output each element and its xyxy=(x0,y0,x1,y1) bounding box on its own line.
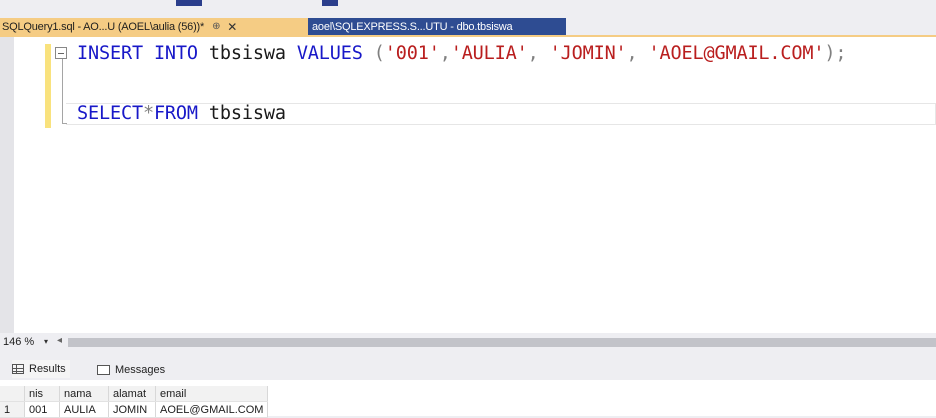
keyword: INSERT xyxy=(77,43,143,64)
code-line-insert[interactable]: INSERT INTO tbsiswa VALUES ('001','AULIA… xyxy=(77,43,846,65)
collapse-icon[interactable] xyxy=(55,47,67,59)
keyword: SELECT xyxy=(77,103,143,124)
string-literal: 'JOMIN' xyxy=(549,43,627,64)
table-row[interactable]: 1 001 AULIA JOMIN AOEL@GMAIL.COM xyxy=(0,401,269,418)
window-top-strip xyxy=(0,0,936,18)
code-line-select[interactable]: SELECT*FROM tbsiswa xyxy=(77,103,286,125)
column-header[interactable]: email xyxy=(155,386,269,402)
punctuation: * xyxy=(142,103,154,124)
punctuation: , xyxy=(439,43,451,64)
toolbar-remnant xyxy=(176,0,202,6)
header-row: nis nama alamat email xyxy=(0,386,269,402)
toolbar-remnant xyxy=(322,0,338,6)
tab-messages[interactable]: Messages xyxy=(97,362,165,378)
string-literal: 'AULIA' xyxy=(450,43,528,64)
string-literal: '001' xyxy=(384,43,440,64)
table-name: tbsiswa xyxy=(208,103,286,124)
tab-messages-label: Messages xyxy=(115,364,166,376)
table-cell[interactable]: AULIA xyxy=(59,401,109,418)
pin-icon[interactable]: ⊕ xyxy=(212,21,220,32)
table-name: tbsiswa xyxy=(208,43,286,64)
zoom-level[interactable]: 146 % xyxy=(3,336,34,348)
change-indicator xyxy=(45,44,51,128)
row-number-header xyxy=(0,386,25,402)
grid-icon xyxy=(12,364,24,374)
table-cell[interactable]: 001 xyxy=(24,401,60,418)
keyword: FROM xyxy=(153,103,198,124)
tab-results[interactable]: Results xyxy=(12,360,70,378)
results-table: nis nama alamat email 1 001 AULIA JOMIN … xyxy=(0,386,269,418)
table-cell[interactable]: AOEL@GMAIL.COM xyxy=(155,401,269,418)
row-number[interactable]: 1 xyxy=(0,401,25,418)
horizontal-scrollbar[interactable] xyxy=(68,338,936,347)
column-header[interactable]: nama xyxy=(59,386,109,402)
query-editor[interactable] xyxy=(0,37,936,333)
chevron-down-icon[interactable]: ▾ xyxy=(44,337,48,346)
outline-guide xyxy=(62,58,63,124)
column-header[interactable]: alamat xyxy=(108,386,156,402)
keyword: VALUES xyxy=(296,43,363,64)
punctuation: ); xyxy=(824,43,847,64)
tab-title: SQLQuery1.sql - AO...U (AOEL\aulia (56))… xyxy=(2,20,205,33)
tab-results-label: Results xyxy=(29,363,66,375)
tab-sqlquery1[interactable]: SQLQuery1.sql - AO...U (AOEL\aulia (56))… xyxy=(0,18,308,35)
tab-title: aoel\SQLEXPRESS.S...UTU - dbo.tbsiswa xyxy=(312,20,513,33)
close-icon[interactable]: ✕ xyxy=(227,20,237,34)
tab-tbsiswa[interactable]: aoel\SQLEXPRESS.S...UTU - dbo.tbsiswa xyxy=(308,18,566,35)
table-cell[interactable]: JOMIN xyxy=(108,401,156,418)
punctuation: , xyxy=(626,43,638,64)
keyword: INTO xyxy=(153,43,198,64)
messages-icon xyxy=(97,365,110,375)
editor-margin xyxy=(0,37,14,333)
scroll-left-icon[interactable]: ◂ xyxy=(57,335,62,346)
column-header[interactable]: nis xyxy=(24,386,60,402)
punctuation: ( xyxy=(373,43,385,64)
punctuation: , xyxy=(527,43,539,64)
string-literal: 'AOEL@GMAIL.COM' xyxy=(648,43,825,64)
